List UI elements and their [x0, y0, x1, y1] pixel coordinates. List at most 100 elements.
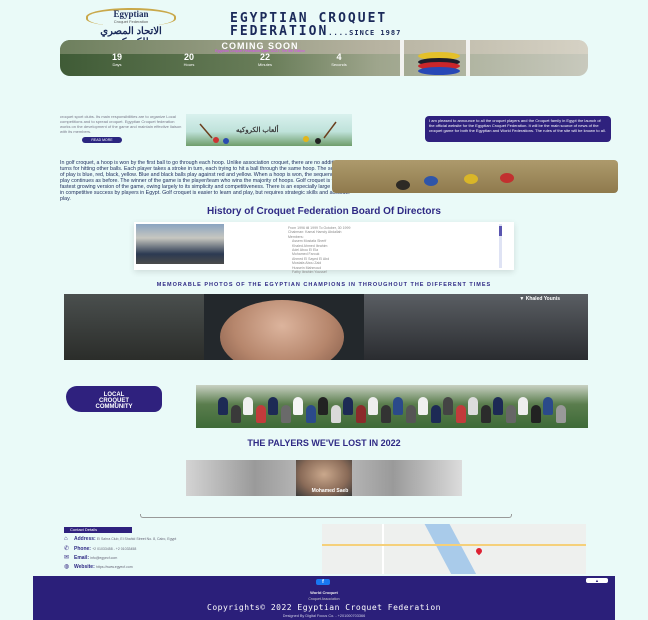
croquet-balls-image	[412, 48, 468, 76]
announcement-card: I am pleased to announce to all the croq…	[425, 116, 611, 142]
carousel-caption-name: Khaled Younis	[525, 296, 560, 302]
countdown-days: 19 Days	[100, 52, 134, 67]
map-river	[424, 524, 482, 574]
history-scrollbar-thumb[interactable]	[499, 226, 502, 236]
history-title: History of Croquet Federation Board Of D…	[207, 206, 441, 217]
group-member	[218, 397, 228, 415]
contact-phone: ✆ Phone: +2 01033458 - +2 01033458	[64, 545, 314, 552]
community-line3: COMMUNITY	[95, 404, 133, 410]
announcement-text: I am pleased to announce to all the croq…	[429, 118, 606, 133]
mail-icon: ✉	[64, 555, 70, 561]
contact-email-value[interactable]: info@egyecf.com	[90, 556, 117, 560]
carousel-caption: ▼ Khaled Younis	[519, 296, 560, 302]
players-lost-title: THE PALYERS WE'VE LOST IN 2022	[247, 438, 401, 448]
globe-icon: ◍	[64, 564, 70, 570]
group-member	[543, 397, 553, 415]
croquet-field-photo	[332, 160, 618, 193]
history-members-list: Assem Mostafa Sherif Khaled Ahmed Ibrahi…	[288, 239, 478, 274]
contact-address-label: Address:	[74, 536, 96, 542]
back-to-top-button[interactable]: ▲	[586, 578, 608, 583]
group-member	[480, 405, 491, 423]
group-member	[493, 397, 503, 415]
history-member: Fathy Ibrahim Youssef	[292, 270, 327, 275]
group-member	[518, 397, 528, 415]
blue-ball	[424, 176, 438, 186]
site-title-line2: FEDERATION	[230, 24, 329, 39]
facebook-icon[interactable]: f	[316, 579, 330, 585]
contact-heading: Contact Details	[64, 527, 132, 533]
group-member	[268, 397, 278, 415]
carousel-dots	[64, 354, 588, 360]
group-member	[505, 405, 516, 423]
group-member	[230, 405, 241, 423]
group-member	[343, 397, 353, 415]
carousel-slide-right	[364, 294, 588, 360]
contact-website-value[interactable]: https://www.egyecf.com	[96, 565, 133, 569]
game-art-icon	[199, 121, 337, 144]
contact-address: ⌂ Address: El Sahra Club, El Shahid Stree…	[64, 536, 314, 543]
carousel-slide-left	[64, 294, 204, 360]
countdown-hours: 20 Hours	[172, 52, 206, 67]
countdown-seconds-label: Seconds	[331, 62, 347, 67]
group-member	[355, 405, 366, 423]
group-member	[468, 397, 478, 415]
group-member	[293, 397, 303, 415]
memorable-photos-title: MEMORABLE PHOTOS OF THE EGYPTIAN CHAMPIO…	[156, 282, 492, 288]
copyright-text: Copyrights© 2022 Egyptian Croquet Federa…	[207, 603, 441, 612]
community-group-photo	[196, 385, 588, 428]
group-member	[393, 397, 403, 415]
yellow-ball	[464, 174, 478, 184]
map-road	[382, 524, 384, 574]
footer-logo-association: Croquet Association	[308, 597, 340, 601]
local-community-badge[interactable]: LOCAL CROQUET COMMUNITY	[66, 386, 162, 412]
read-more-button[interactable]: READ MORE	[82, 137, 122, 143]
since-label: ....SINCE 1987	[328, 29, 402, 37]
group-member	[243, 397, 253, 415]
countdown-minutes-label: Minutes	[257, 62, 272, 67]
contact-address-value: El Sahra Club, El Shahid Street No. 8, C…	[96, 537, 177, 541]
group-member	[430, 405, 441, 423]
memorial-name: Mohamed Saeb	[311, 488, 349, 494]
group-member	[380, 405, 391, 423]
contact-phone-value[interactable]: +2 01033458 - +2 01033458	[92, 547, 136, 551]
map-road	[322, 544, 586, 546]
board-photo	[136, 224, 224, 264]
countdown-minutes-value: 22	[259, 52, 270, 62]
footer-logo-world-croquet: World Croquet	[310, 590, 338, 595]
logo-subtitle: Croquet Federation	[113, 19, 149, 24]
countdown-days-label: Days	[112, 62, 122, 67]
countdown-minutes: 22 Minutes	[248, 52, 282, 67]
group-member	[530, 405, 541, 423]
contact-email: ✉ Email: info@egyecf.com	[64, 554, 314, 561]
countdown-days-value: 19	[111, 52, 122, 62]
phone-icon: ✆	[64, 546, 70, 552]
group-member	[318, 397, 328, 415]
countdown-seconds: 4 Seconds	[322, 52, 356, 67]
golf-croquet-rules: In golf croquet, a hoop is won by the fi…	[60, 160, 351, 202]
contact-website: ◍ Website: https://www.egyecf.com	[64, 563, 314, 570]
map-pin-icon[interactable]	[474, 546, 484, 556]
croquet-game-illustration: ألعاب الكروكيه	[186, 114, 352, 146]
group-member	[443, 397, 453, 415]
countdown-hours-value: 20	[183, 52, 194, 62]
group-member	[280, 405, 291, 423]
group-member	[418, 397, 428, 415]
intro-text: croquet sport clubs. Its main responsibi…	[60, 114, 182, 134]
home-icon: ⌂	[64, 536, 68, 542]
location-map[interactable]	[322, 524, 586, 574]
champion-photo	[220, 300, 344, 360]
group-member	[255, 405, 266, 423]
contact-website-label: Website:	[74, 564, 95, 570]
designed-by-text: Designed By Digital Focus Co. - +2010007…	[282, 614, 366, 618]
champions-carousel[interactable]: ▼ Khaled Younis	[64, 294, 588, 360]
countdown-hours-label: Hours	[183, 62, 195, 67]
black-ball	[396, 180, 410, 190]
site-title: EGYPTIAN CROQUET FEDERATION....SINCE 198…	[230, 12, 530, 40]
countdown-seconds-value: 4	[336, 52, 342, 62]
group-member	[368, 397, 378, 415]
contact-email-label: Email:	[74, 555, 90, 561]
contact-phone-label: Phone:	[74, 546, 91, 552]
history-details: From 1996 till 1999 To October, 30 1999 …	[288, 226, 478, 274]
group-member	[555, 405, 566, 423]
group-member	[330, 405, 341, 423]
